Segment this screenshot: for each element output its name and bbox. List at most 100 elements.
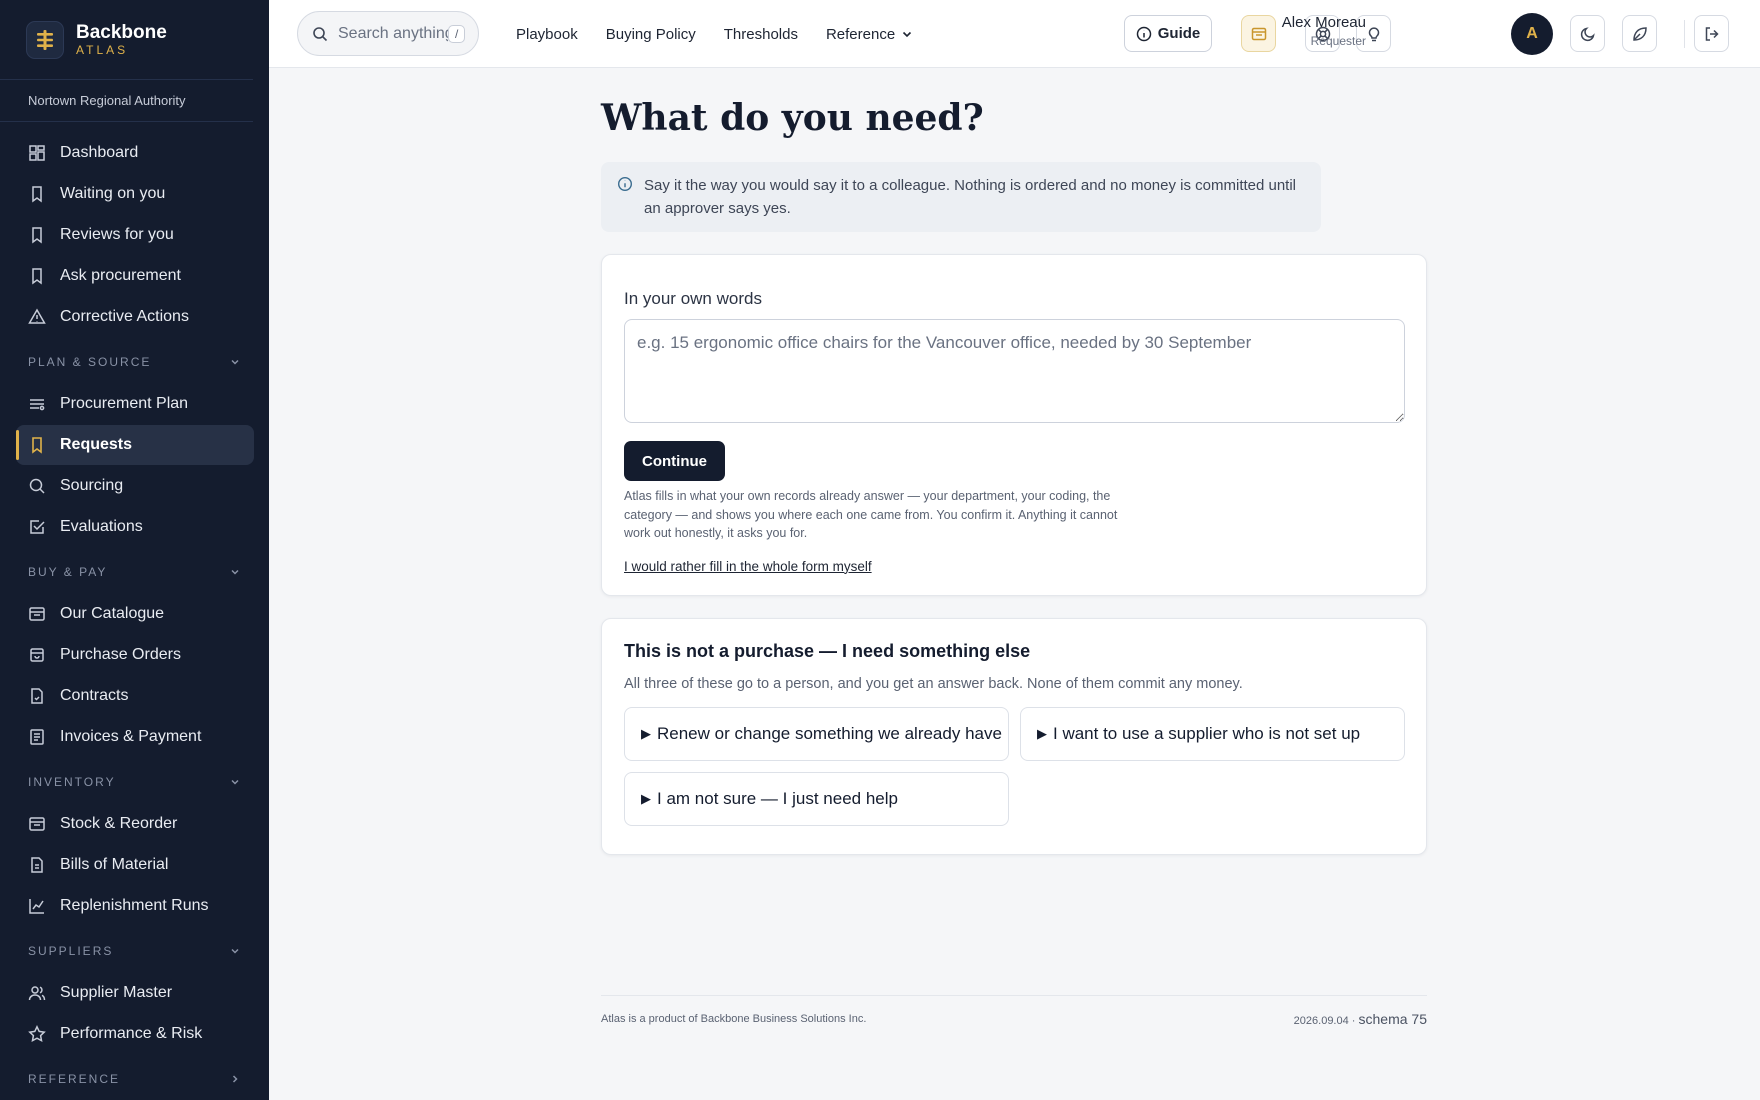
bookmark-icon	[28, 185, 46, 203]
option-label: I am not sure — I just need help	[657, 789, 898, 808]
search-icon	[28, 477, 46, 495]
avatar[interactable]: A	[1511, 13, 1553, 55]
info-icon	[617, 176, 633, 192]
helper-text: Atlas fills in what your own records alr…	[624, 489, 1118, 540]
logout-button[interactable]	[1694, 15, 1729, 52]
chart-icon	[28, 897, 46, 915]
star-icon	[28, 1025, 46, 1043]
sidebar-item-label: Dashboard	[60, 144, 139, 161]
warning-icon	[28, 308, 46, 326]
search-shortcut: /	[448, 24, 466, 43]
sidebar-item-label: Waiting on you	[60, 185, 166, 202]
sidebar-item-label: Performance & Risk	[60, 1025, 203, 1042]
continue-button[interactable]: Continue	[624, 441, 725, 481]
section-title: PLAN & SOURCE	[28, 355, 152, 369]
nav-link-reference[interactable]: Reference	[826, 26, 913, 43]
sidebar-item-reviews-for-you[interactable]: Reviews for you	[16, 215, 254, 255]
guide-button[interactable]: Guide	[1124, 15, 1212, 52]
disclosure-triangle-icon: ▶	[641, 726, 651, 741]
chevron-down-icon	[231, 779, 239, 785]
sidebar-item-ask-procurement[interactable]: Ask procurement	[16, 256, 254, 296]
info-text: Say it the way you would say it to a col…	[644, 177, 1297, 217]
inbox-button[interactable]	[1241, 15, 1276, 52]
sidebar-item-bills-of-material[interactable]: Bills of Material	[16, 845, 254, 885]
sidebar-item-requests[interactable]: Requests	[16, 425, 254, 465]
other-needs-title: This is not a purchase — I need somethin…	[624, 641, 1031, 661]
sidebar-item-label: Ask procurement	[60, 267, 181, 284]
search-icon	[313, 26, 328, 41]
chevron-right-icon	[232, 1075, 238, 1083]
option-renew-change[interactable]: ▶ Renew or change something we already h…	[624, 707, 1009, 761]
sidebar-item-our-catalogue[interactable]: Our Catalogue	[16, 594, 254, 634]
section-plan-source[interactable]: PLAN & SOURCE	[28, 341, 241, 383]
main-content: What do you need? Say it the way you wou…	[601, 68, 1427, 855]
brand[interactable]: Backbone ATLAS	[0, 0, 253, 80]
organization-name: Nortown Regional Authority	[0, 80, 253, 122]
nav-link-label: Reference	[825, 25, 896, 43]
request-textarea[interactable]	[624, 319, 1405, 423]
brand-sub: ATLAS	[76, 43, 129, 57]
sidebar-nav: Dashboard Waiting on you Reviews for you…	[0, 122, 269, 1100]
sidebar-item-invoices-payment[interactable]: Invoices & Payment	[16, 717, 254, 757]
user-info[interactable]: Alex Moreau Requester	[1276, 13, 1366, 49]
sidebar-item-evaluations[interactable]: Evaluations	[16, 507, 254, 547]
footer-copyright: Atlas is a product of Backbone Business …	[601, 1012, 867, 1025]
section-buy-pay[interactable]: BUY & PAY	[28, 551, 241, 593]
feedback-button[interactable]	[1622, 15, 1657, 52]
disclosure-triangle-icon: ▶	[1037, 726, 1047, 741]
section-suppliers[interactable]: SUPPLIERS	[28, 930, 241, 972]
section-title: SUPPLIERS	[28, 944, 114, 958]
option-label: Renew or change something we already hav…	[657, 724, 1002, 743]
section-title: REFERENCE	[28, 1072, 121, 1086]
chevron-down-icon	[231, 359, 239, 365]
sidebar-item-supplier-master[interactable]: Supplier Master	[16, 973, 254, 1013]
sidebar-item-label: Requests	[60, 436, 133, 453]
sidebar-item-label: Reviews for you	[60, 226, 174, 243]
search-box[interactable]: /	[297, 11, 479, 56]
sidebar-item-purchase-orders[interactable]: Purchase Orders	[16, 635, 254, 675]
checkbox-icon	[28, 518, 46, 536]
search-input[interactable]	[338, 24, 448, 43]
user-role: Requester	[1310, 34, 1366, 48]
nav-link-playbook[interactable]: Playbook	[516, 26, 578, 43]
grid-icon	[28, 144, 46, 162]
users-icon	[28, 984, 46, 1002]
sidebar-item-label: Supplier Master	[60, 984, 173, 1001]
bag-icon	[28, 646, 46, 664]
sidebar-item-dashboard[interactable]: Dashboard	[16, 133, 254, 173]
logout-icon	[1705, 26, 1719, 41]
list-icon	[28, 395, 46, 413]
sidebar-item-procurement-plan[interactable]: Procurement Plan	[16, 384, 254, 424]
atlas-logo-icon	[26, 20, 64, 59]
sidebar-item-label: Sourcing	[60, 477, 124, 494]
bookmark-icon	[28, 436, 46, 454]
sidebar-item-waiting-on-you[interactable]: Waiting on you	[16, 174, 254, 214]
section-reference[interactable]: REFERENCE	[28, 1058, 241, 1100]
sidebar-item-performance-risk[interactable]: Performance & Risk	[16, 1014, 254, 1054]
footer: Atlas is a product of Backbone Business …	[601, 995, 1427, 1031]
sidebar-item-label: Stock & Reorder	[60, 815, 178, 832]
topbar-divider	[1684, 20, 1685, 48]
nav-link-thresholds[interactable]: Thresholds	[724, 26, 798, 43]
sidebar-item-sourcing[interactable]: Sourcing	[16, 466, 254, 506]
sidebar-item-label: Replenishment Runs	[60, 897, 209, 914]
dark-mode-toggle[interactable]	[1570, 15, 1605, 52]
info-icon	[1136, 26, 1151, 41]
nav-link-buying-policy[interactable]: Buying Policy	[606, 26, 696, 43]
chevron-down-icon	[903, 31, 912, 38]
sidebar: Backbone ATLAS Nortown Regional Authorit…	[0, 0, 269, 1100]
sidebar-item-label: Invoices & Payment	[60, 728, 202, 745]
option-need-help[interactable]: ▶ I am not sure — I just need help	[624, 772, 1009, 826]
sidebar-item-replenishment-runs[interactable]: Replenishment Runs	[16, 886, 254, 926]
request-card: In your own words Continue Atlas fills i…	[601, 254, 1427, 596]
guide-label: Guide	[1157, 25, 1201, 42]
sidebar-item-stock-reorder[interactable]: Stock & Reorder	[16, 804, 254, 844]
sidebar-item-corrective-actions[interactable]: Corrective Actions	[16, 297, 254, 337]
document-icon	[28, 856, 46, 874]
manual-form-link[interactable]: I would rather fill in the whole form my…	[624, 559, 872, 574]
sidebar-item-label: Our Catalogue	[60, 605, 165, 622]
option-new-supplier[interactable]: ▶ I want to use a supplier who is not se…	[1020, 707, 1405, 761]
sidebar-item-contracts[interactable]: Contracts	[16, 676, 254, 716]
section-inventory[interactable]: INVENTORY	[28, 761, 241, 803]
box-icon	[28, 815, 46, 833]
